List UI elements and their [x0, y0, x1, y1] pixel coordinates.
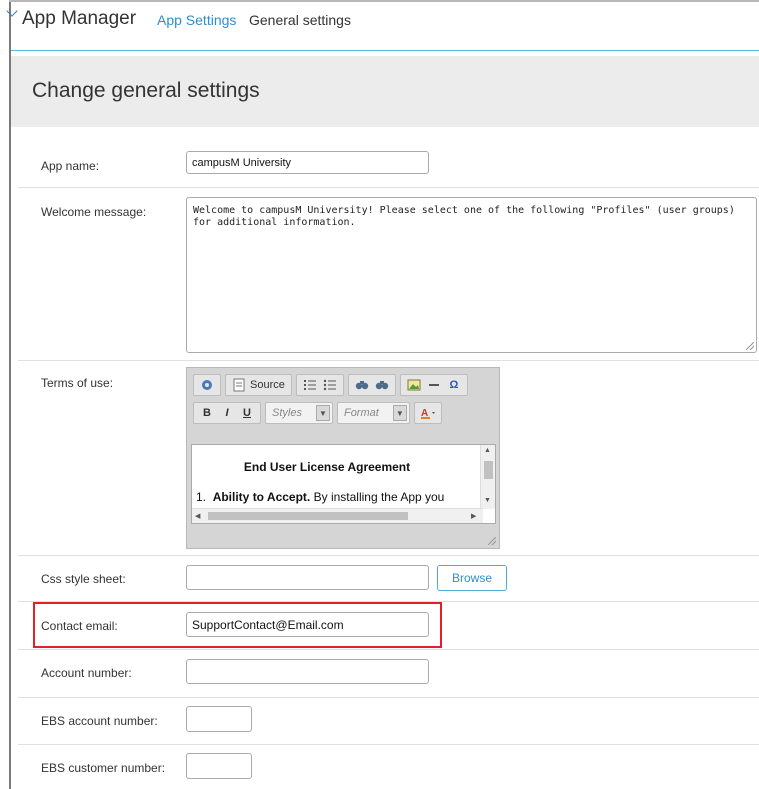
editor-toolbar-row-1: Source Ω: [193, 374, 472, 396]
horizontal-rule-icon[interactable]: [426, 377, 442, 393]
chevron-down-icon: ▼: [315, 405, 330, 421]
toolbar-group-view: [193, 374, 221, 396]
special-character-icon[interactable]: Ω: [446, 377, 462, 393]
eula-clause-text: By installing the App you: [310, 490, 445, 504]
italic-button[interactable]: I: [219, 405, 235, 421]
image-icon[interactable]: [406, 377, 422, 393]
row-divider: [18, 187, 759, 188]
source-button-label: Source: [250, 379, 285, 391]
window-top-border: [9, 0, 759, 2]
chevron-down-icon: ▼: [392, 405, 407, 421]
eula-clause-heading: Ability to Accept.: [212, 490, 311, 504]
resize-grip-icon[interactable]: [746, 342, 754, 350]
scroll-up-icon[interactable]: ▲: [484, 447, 491, 454]
nav-divider: [11, 50, 759, 51]
breadcrumb-app-settings[interactable]: App Settings: [157, 12, 236, 28]
row-divider: [18, 744, 759, 745]
format-dropdown[interactable]: Format ▼: [336, 402, 410, 424]
page-title: Change general settings: [32, 79, 260, 102]
ebs-customer-number-label: EBS customer number:: [41, 761, 166, 775]
underline-button[interactable]: U: [239, 405, 255, 421]
styles-dropdown-label: Styles: [272, 407, 302, 419]
welcome-message-textarea[interactable]: Welcome to campusM University! Please se…: [186, 197, 757, 353]
source-button[interactable]: Source: [225, 374, 292, 396]
row-divider: [18, 649, 759, 650]
styles-dropdown[interactable]: Styles ▼: [265, 402, 333, 424]
horizontal-scrollbar[interactable]: ◀ ▶: [192, 508, 483, 523]
account-number-label: Account number:: [41, 666, 132, 680]
source-document-icon: [231, 377, 247, 393]
ebs-account-number-input[interactable]: [186, 706, 252, 732]
scroll-left-icon[interactable]: ◀: [195, 512, 200, 520]
breadcrumb-general-settings: General settings: [249, 12, 351, 28]
row-divider: [18, 360, 759, 361]
row-divider: [18, 555, 759, 556]
bold-button[interactable]: B: [199, 405, 215, 421]
contact-email-highlight: [33, 602, 442, 648]
replace-icon[interactable]: [374, 377, 390, 393]
welcome-message-text: Welcome to campusM University! Please se…: [193, 205, 735, 228]
css-style-sheet-input[interactable]: [186, 565, 429, 590]
toolbar-group-find: [347, 374, 396, 396]
bulleted-list-icon[interactable]: [322, 377, 338, 393]
text-color-button[interactable]: A: [413, 402, 442, 424]
horizontal-scroll-thumb[interactable]: [208, 512, 408, 520]
find-icon[interactable]: [354, 377, 370, 393]
account-number-input[interactable]: [186, 659, 429, 684]
scroll-right-icon[interactable]: ▶: [471, 512, 476, 520]
scroll-down-icon[interactable]: ▼: [484, 497, 491, 504]
vertical-scroll-thumb[interactable]: [484, 461, 493, 479]
eula-title: End User License Agreement: [243, 460, 411, 474]
numbered-list-icon[interactable]: [302, 377, 318, 393]
terms-of-use-label: Terms of use:: [41, 376, 114, 390]
eula-first-clause: 1. Ability to Accept. By installing the …: [196, 490, 444, 504]
row-divider: [18, 697, 759, 698]
text-color-icon: A: [420, 405, 436, 421]
browse-button[interactable]: Browse: [437, 565, 507, 591]
app-title[interactable]: App Manager: [22, 8, 136, 30]
toolbar-group-basic-styles: B I U: [193, 402, 261, 424]
css-style-sheet-label: Css style sheet:: [41, 572, 126, 586]
app-name-label: App name:: [41, 159, 100, 173]
page-header-panel: Change general settings: [11, 56, 759, 127]
ebs-customer-number-input[interactable]: [186, 753, 252, 779]
ebs-account-number-label: EBS account number:: [41, 714, 158, 728]
resize-grip-icon[interactable]: [488, 537, 496, 545]
editor-toolbar-row-2: B I U Styles ▼ Format ▼ A: [193, 402, 446, 424]
format-dropdown-label: Format: [343, 407, 379, 419]
app-name-input[interactable]: campusM University: [186, 151, 429, 174]
toolbar-group-insert: Ω: [399, 374, 468, 396]
gear-icon[interactable]: [199, 377, 215, 393]
eula-clause-number: 1.: [196, 490, 207, 504]
welcome-message-label: Welcome message:: [41, 205, 147, 219]
toolbar-group-lists: [295, 374, 344, 396]
terms-of-use-content-area[interactable]: End User License Agreement 1. Ability to…: [191, 444, 496, 524]
vertical-scrollbar[interactable]: ▲ ▼: [480, 445, 495, 509]
terms-of-use-rich-editor: Source Ω B I U Styles ▼ Format ▼ A End U…: [186, 367, 500, 549]
